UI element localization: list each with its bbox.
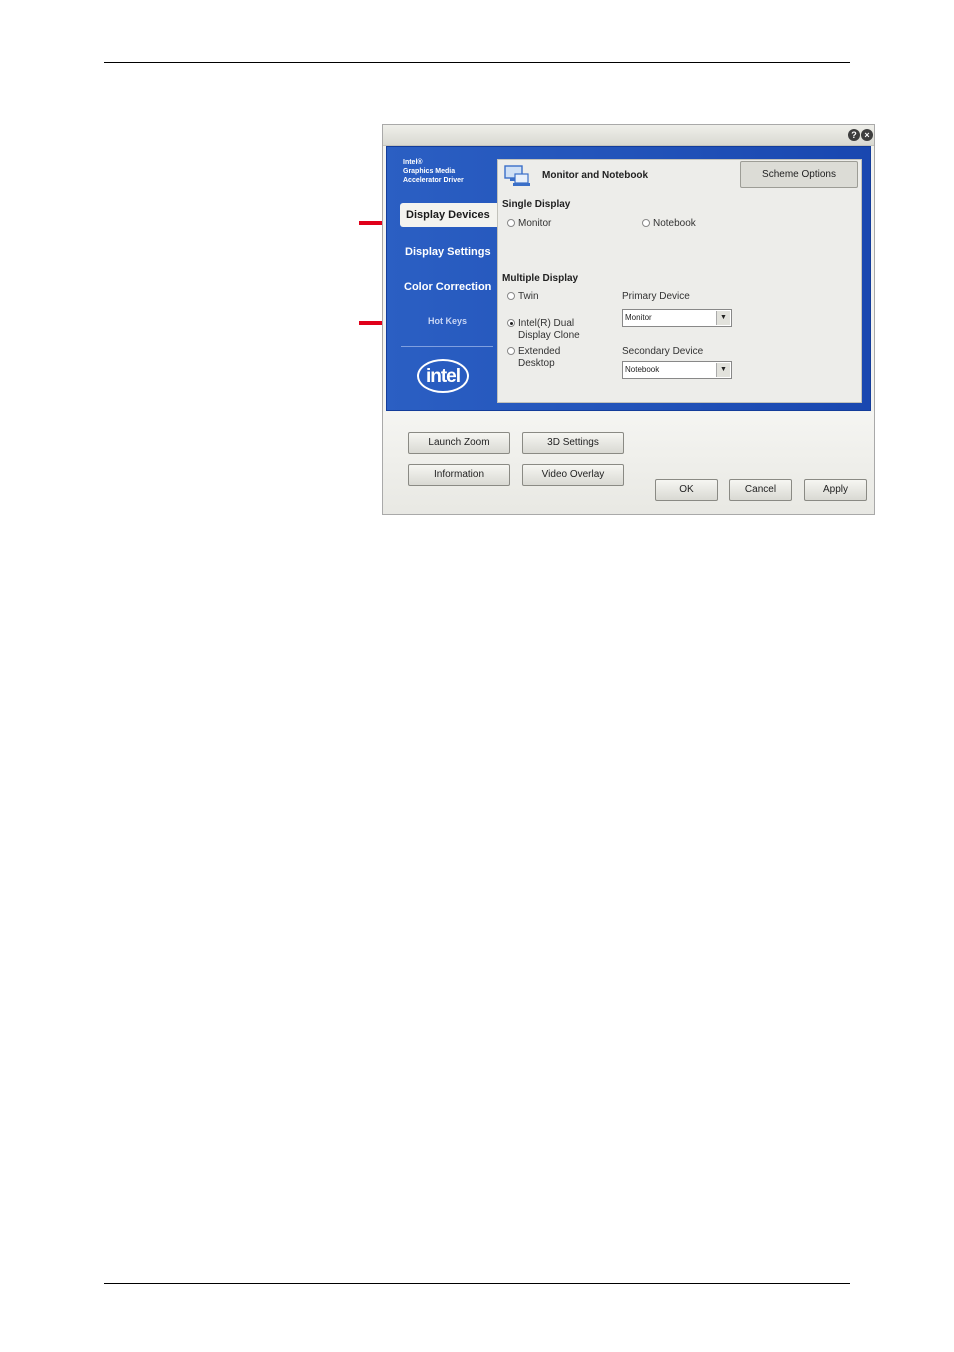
- multiple-display-heading: Multiple Display: [502, 273, 579, 284]
- primary-device-select[interactable]: Monitor ▼: [622, 309, 732, 327]
- radio-button[interactable]: [507, 292, 515, 300]
- sidebar-item-label: Color Correction: [404, 281, 492, 293]
- launch-zoom-button[interactable]: Launch Zoom: [408, 432, 510, 454]
- sidebar-item-label: Display Devices: [406, 209, 490, 221]
- radio-label: Twin: [518, 291, 539, 302]
- brand-line: Graphics Media: [403, 168, 456, 175]
- sidebar-item-label: Display Settings: [405, 246, 491, 258]
- scheme-options-button[interactable]: Scheme Options: [740, 161, 858, 188]
- radio-button[interactable]: [507, 347, 515, 355]
- radio-label: Extended Desktop: [518, 346, 560, 370]
- panel-header: Monitor and Notebook Scheme Options: [498, 160, 861, 192]
- monitor-notebook-icon: [504, 165, 530, 186]
- sidebar-item-display-settings[interactable]: Display Settings: [400, 240, 500, 264]
- sidebar-item-hot-keys[interactable]: Hot Keys: [400, 309, 495, 333]
- single-display-heading: Single Display: [502, 199, 571, 210]
- apply-button[interactable]: Apply: [804, 479, 867, 501]
- primary-device-label: Primary Device: [622, 291, 690, 302]
- radio-label-line: Intel(R) Dual: [518, 318, 575, 329]
- bottom-button-area: Launch Zoom 3D Settings Information Vide…: [383, 412, 874, 514]
- display-devices-panel: Monitor and Notebook Scheme Options Sing…: [497, 159, 862, 403]
- brand-text: Intel® Graphics Media Accelerator Driver: [403, 158, 464, 185]
- chevron-down-icon[interactable]: ▼: [716, 363, 730, 377]
- radio-label-line: Display Clone: [518, 330, 580, 341]
- header-rule: [104, 62, 850, 63]
- sidebar: Intel® Graphics Media Accelerator Driver…: [387, 147, 497, 410]
- main-pane: Intel® Graphics Media Accelerator Driver…: [386, 146, 871, 411]
- sidebar-divider: [401, 346, 493, 347]
- help-icon[interactable]: ?: [848, 129, 860, 141]
- select-value: Notebook: [625, 365, 660, 374]
- intel-logo: intel: [417, 359, 469, 393]
- cancel-button[interactable]: Cancel: [729, 479, 792, 501]
- 3d-settings-button[interactable]: 3D Settings: [522, 432, 624, 454]
- radio-button-selected[interactable]: [507, 319, 515, 327]
- secondary-device-label: Secondary Device: [622, 346, 704, 357]
- brand-line: Accelerator Driver: [403, 177, 464, 184]
- sidebar-item-color-correction[interactable]: Color Correction: [400, 275, 499, 299]
- chevron-down-icon[interactable]: ▼: [716, 311, 730, 325]
- ok-button[interactable]: OK: [655, 479, 718, 501]
- radio-button[interactable]: [642, 219, 650, 227]
- radio-label-line: Desktop: [518, 358, 555, 369]
- sidebar-item-label: Hot Keys: [427, 316, 467, 326]
- secondary-device-select[interactable]: Notebook ▼: [622, 361, 732, 379]
- radio-label: Monitor: [518, 218, 552, 229]
- radio-label: Notebook: [653, 218, 696, 229]
- brand-line: Intel®: [403, 159, 423, 166]
- select-value: Monitor: [625, 313, 652, 322]
- video-overlay-button[interactable]: Video Overlay: [522, 464, 624, 486]
- sidebar-item-display-devices[interactable]: Display Devices: [400, 203, 497, 227]
- intel-gma-window: ? × Intel® Graphics Media Accelerator Dr…: [382, 124, 875, 515]
- radio-button[interactable]: [507, 219, 515, 227]
- information-button[interactable]: Information: [408, 464, 510, 486]
- panel-title: Monitor and Notebook: [542, 170, 649, 181]
- close-icon[interactable]: ×: [861, 129, 873, 141]
- footer-rule: [104, 1283, 850, 1284]
- title-bar: ? ×: [383, 125, 874, 146]
- radio-label-line: Extended: [518, 346, 561, 357]
- radio-label: Intel(R) Dual Display Clone: [518, 318, 580, 342]
